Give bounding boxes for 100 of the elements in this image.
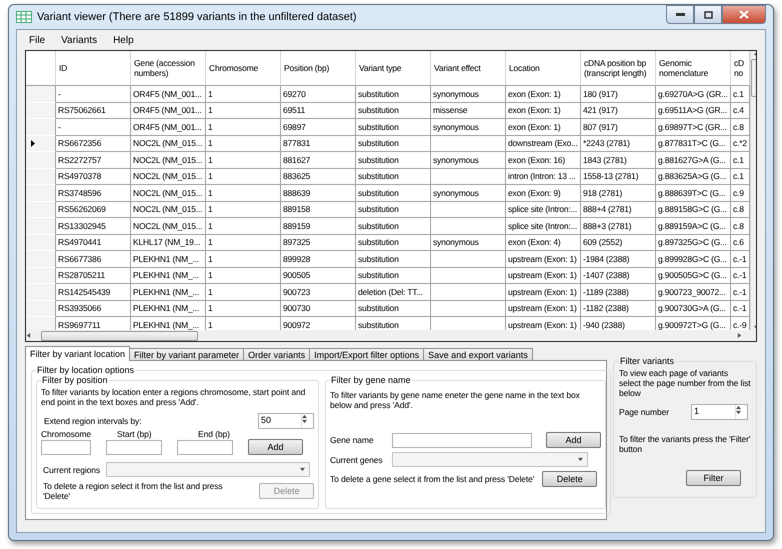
menu-item[interactable]: File — [21, 34, 54, 46]
genes-dropdown[interactable] — [392, 452, 588, 467]
table-cell: splice site (Intron:... — [506, 218, 581, 234]
table-cell: - — [56, 119, 131, 136]
end-field[interactable] — [177, 440, 233, 454]
table-cell: substitution — [356, 185, 431, 202]
column-header[interactable]: cDNA position bp (transcript length) — [581, 51, 656, 86]
table-cell: synonymous — [431, 119, 506, 136]
table-cell: 1 — [206, 136, 281, 152]
table-cell: NOC2L (NM_015... — [131, 168, 206, 185]
maximize-button[interactable] — [694, 5, 722, 24]
regions-dropdown[interactable] — [106, 462, 310, 477]
table-cell: PLEKHN1 (NM_... — [131, 251, 206, 268]
table-cell: RS28705211 — [56, 268, 131, 284]
table-cell: 1 — [206, 202, 281, 218]
tab[interactable]: Filter by variant parameter — [129, 348, 244, 361]
table-cell: PLEKHN1 (NM_... — [131, 300, 206, 317]
menu-item[interactable]: Variants — [53, 34, 106, 46]
filter-button[interactable]: Filter — [686, 470, 741, 486]
instructions-text: To view each page of variants select the page number from the list below — [619, 368, 751, 398]
table-cell: RS4970378 — [56, 168, 131, 185]
table-cell: 888+4 (2781) — [581, 202, 656, 218]
table-cell: g.69511A>G (GR... — [656, 102, 731, 119]
table-cell: -1984 (2388) — [581, 251, 656, 268]
add-button[interactable]: Add — [546, 432, 601, 448]
table-cell: NOC2L (NM_015... — [131, 152, 206, 168]
table-cell: - — [56, 86, 131, 102]
table-cell: 69270 — [281, 86, 356, 102]
table-cell: substitution — [356, 102, 431, 119]
table-cell: synonymous — [431, 152, 506, 168]
table-cell: g.883625A>G (G... — [656, 168, 731, 185]
tab[interactable]: Order variants — [243, 348, 310, 361]
table-cell: RS56262069 — [56, 202, 131, 218]
table-cell: 1 — [206, 234, 281, 251]
column-header[interactable]: Variant type — [356, 51, 431, 86]
table-cell: exon (Exon: 1) — [506, 102, 581, 119]
table-cell: substitution — [356, 300, 431, 317]
start-field[interactable] — [106, 440, 162, 454]
dropdown-arrow-icon — [578, 457, 583, 462]
number-spinner[interactable]: 50 — [258, 413, 314, 429]
table-cell: downstream (Exo... — [506, 136, 581, 152]
table-cell: 180 (917) — [581, 86, 656, 102]
table-cell: 889159 — [281, 218, 356, 234]
table-cell: RS75062661 — [56, 102, 131, 119]
table-cell: g.900730G>A (G... — [656, 300, 731, 317]
delete-button[interactable]: Delete — [542, 471, 598, 487]
table-cell: OR4F5 (NM_001... — [131, 119, 206, 136]
table-cell: g.897325G>C (G... — [656, 234, 731, 251]
add-button[interactable]: Add — [248, 439, 303, 455]
menu-item[interactable]: Help — [105, 34, 142, 46]
current-row-icon — [31, 140, 35, 147]
row-header[interactable] — [26, 136, 56, 152]
column-header[interactable]: ID — [56, 51, 131, 86]
column-header[interactable]: cD no — [731, 51, 750, 86]
table-cell: g.69897T>C (GR... — [656, 119, 731, 136]
table-cell: 883625 — [281, 168, 356, 185]
tab[interactable]: Filter by variant location — [25, 346, 130, 361]
close-button[interactable] — [722, 5, 766, 24]
column-header[interactable]: Position (bp) — [281, 51, 356, 86]
column-header[interactable]: Gene (accession numbers) — [131, 51, 206, 86]
hint-text: To filter the variants press the 'Filter' button — [619, 434, 751, 454]
tab[interactable]: Save and export variants — [423, 348, 533, 361]
table-cell: 900723 — [281, 284, 356, 300]
table-cell: 877831 — [281, 136, 356, 152]
table-cell: 1 — [206, 300, 281, 317]
table-cell: -1182 (2388) — [581, 300, 656, 317]
table-cell: deletion (Del: TT... — [356, 284, 431, 300]
table-cell: 69897 — [281, 119, 356, 136]
table-cell: 421 (917) — [581, 102, 656, 119]
table-cell: synonymous — [431, 234, 506, 251]
table-cell: RS3935066 — [56, 300, 131, 317]
column-header[interactable]: Variant effect — [431, 51, 506, 86]
table-cell: PLEKHN1 (NM_... — [131, 284, 206, 300]
table-cell: substitution — [356, 136, 431, 152]
column-header[interactable]: Chromosome — [206, 51, 281, 86]
table-cell: exon (Exon: 9) — [506, 185, 581, 202]
table-cell: substitution — [356, 119, 431, 136]
minimize-button[interactable] — [666, 5, 694, 24]
table-cell: 1 — [206, 152, 281, 168]
table-cell: 1 — [206, 185, 281, 202]
chromosome-field[interactable] — [41, 440, 91, 454]
horizontal-scrollbar[interactable] — [26, 330, 756, 341]
table-cell: 1 — [206, 102, 281, 119]
table-cell: NOC2L (NM_015... — [131, 185, 206, 202]
table-cell: 900730 — [281, 300, 356, 317]
table-cell: RS6677386 — [56, 251, 131, 268]
table-cell: substitution — [356, 202, 431, 218]
table-cell: g.888639T>C (G... — [656, 185, 731, 202]
table-cell: RS4970441 — [56, 234, 131, 251]
number-spinner[interactable]: 1 — [691, 404, 748, 420]
gene-name-field[interactable] — [392, 432, 532, 448]
column-header[interactable]: Location — [506, 51, 581, 86]
table-cell: *2243 (2781) — [581, 136, 656, 152]
column-header[interactable]: Genomic nomenclature — [656, 51, 731, 86]
table-cell: g.900723_90072... — [656, 284, 731, 300]
table-cell: 807 (917) — [581, 119, 656, 136]
field-label: Extend region intervals by: — [43, 416, 142, 426]
table-cell: 1 — [206, 86, 281, 102]
field-label: Current regions — [42, 464, 100, 474]
tab[interactable]: Import/Export filter options — [309, 348, 424, 361]
